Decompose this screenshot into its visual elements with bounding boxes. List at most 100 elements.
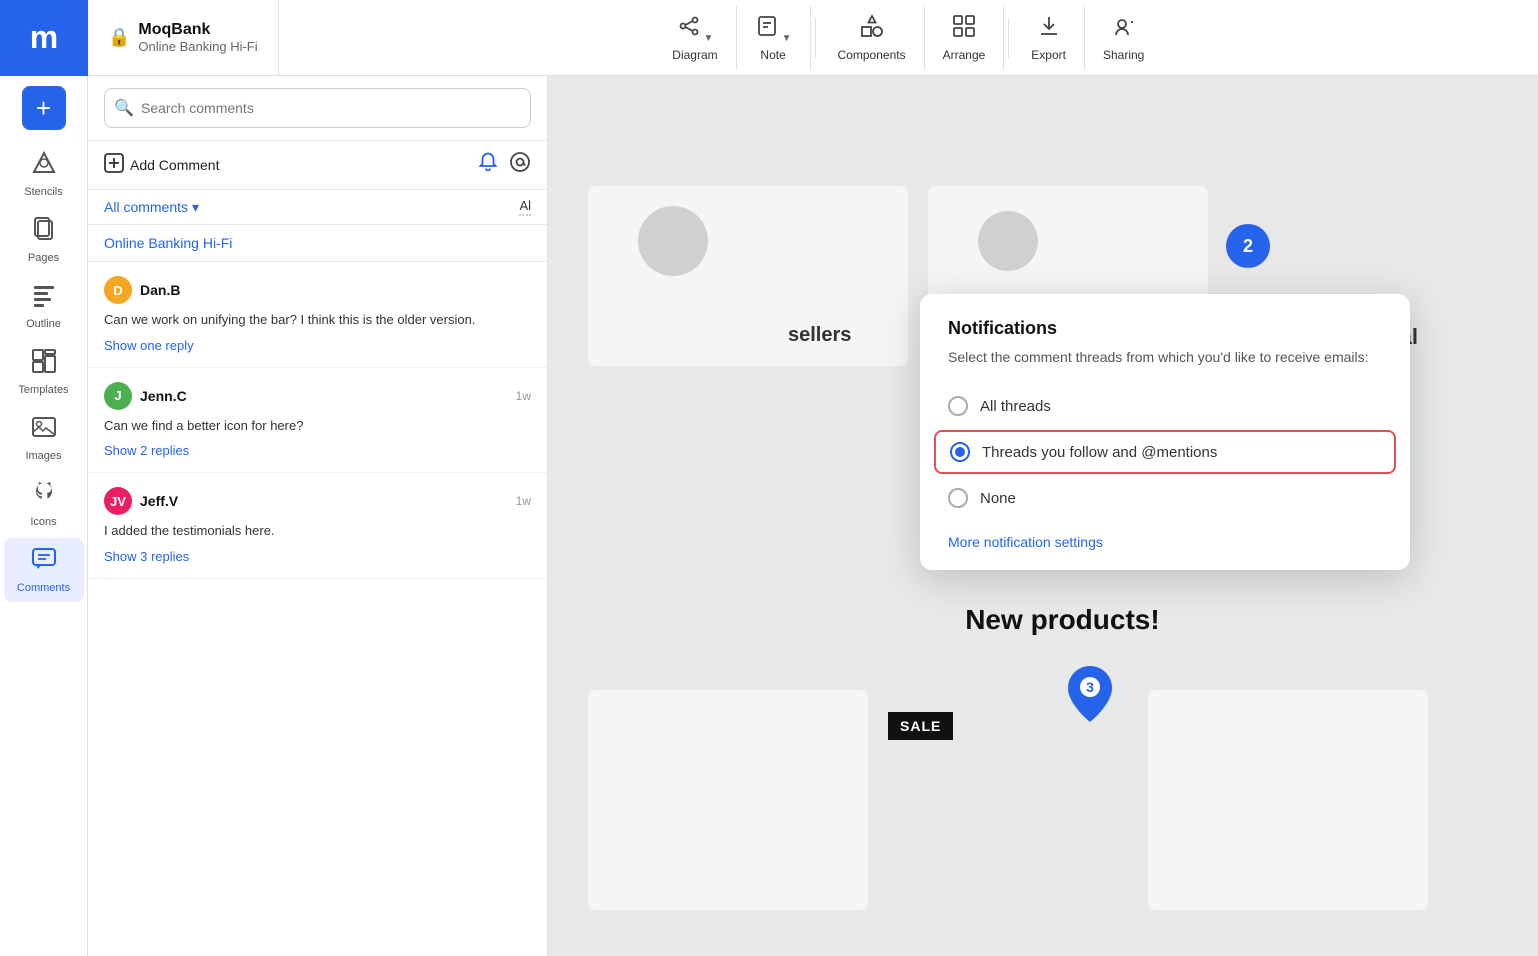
show-replies-button[interactable]: Show 2 replies	[104, 443, 531, 458]
topbar-tool-note[interactable]: ▼ Note	[737, 6, 811, 70]
pages-icon	[31, 216, 57, 248]
sidebar-item-templates[interactable]: Templates	[4, 340, 84, 404]
canvas-avatar	[638, 206, 708, 276]
author-name: Dan.B	[140, 282, 180, 298]
comment-header: JV Jeff.V 1w	[104, 487, 531, 515]
radio-all-threads[interactable]	[948, 396, 968, 416]
avatar: JV	[104, 487, 132, 515]
add-comment-button[interactable]: Add Comment	[104, 153, 219, 178]
badge-2-label: 2	[1243, 236, 1253, 257]
sidebar-item-stencils[interactable]: Stencils	[4, 142, 84, 206]
comments-icon	[31, 546, 57, 578]
sidebar-item-comments[interactable]: Comments	[4, 538, 84, 602]
stencils-icon	[31, 150, 57, 182]
sharing-icon	[1112, 14, 1136, 44]
comment-item: JV Jeff.V 1w I added the testimonials he…	[88, 473, 547, 579]
add-button[interactable]: +	[22, 86, 66, 130]
images-icon	[31, 414, 57, 446]
comment-time: 1w	[516, 389, 531, 403]
new-products-text: New products!	[965, 604, 1159, 636]
icons-icon	[31, 480, 57, 512]
left-sidebar: + Stencils Pages	[0, 76, 88, 956]
export-icon	[1037, 14, 1061, 44]
templates-icon	[31, 348, 57, 380]
comment-text: Can we work on unifying the bar? I think…	[104, 310, 531, 330]
option-none-label: None	[980, 490, 1016, 507]
topbar-tool-components[interactable]: Components	[820, 6, 925, 70]
option-threads-follow[interactable]: Threads you follow and @mentions	[934, 430, 1396, 474]
export-label: Export	[1031, 48, 1066, 62]
comment-author: D Dan.B	[104, 276, 180, 304]
more-notification-settings-link[interactable]: More notification settings	[948, 534, 1382, 550]
sharing-label: Sharing	[1103, 48, 1144, 62]
search-input[interactable]	[104, 88, 531, 128]
lock-icon: 🔒	[108, 27, 130, 48]
comment-item: D Dan.B Can we work on unifying the bar?…	[88, 262, 547, 368]
canvas-card	[588, 186, 908, 366]
option-threads-follow-label: Threads you follow and @mentions	[982, 444, 1217, 461]
comment-item: J Jenn.C 1w Can we find a better icon fo…	[88, 368, 547, 474]
diagram-arrow: ▼	[704, 33, 714, 44]
images-label: Images	[25, 450, 61, 462]
components-label: Components	[838, 48, 906, 62]
canvas-card-bottom	[1148, 690, 1428, 910]
sidebar-item-images[interactable]: Images	[4, 406, 84, 470]
radio-none[interactable]	[948, 488, 968, 508]
show-replies-button[interactable]: Show one reply	[104, 338, 531, 353]
canvas-card-bottom	[588, 690, 868, 910]
app-logo[interactable]: m	[0, 0, 88, 76]
stencils-label: Stencils	[24, 186, 63, 198]
project-subtitle: Online Banking Hi-Fi	[138, 39, 257, 54]
comments-label: Comments	[17, 582, 70, 594]
add-comment-label: Add Comment	[130, 157, 219, 173]
project-name-label: Online Banking Hi-Fi	[88, 225, 547, 262]
comments-filter: All comments ▾ Al	[88, 190, 547, 225]
all-comments-label: All comments	[104, 199, 188, 215]
notification-description: Select the comment threads from which yo…	[948, 347, 1382, 368]
canvas-pin-3: 3	[1068, 666, 1112, 727]
canvas-avatar	[978, 211, 1038, 271]
notification-title: Notifications	[948, 318, 1382, 339]
all-comments-button[interactable]: All comments ▾	[104, 199, 199, 216]
notification-options: All threads Threads you follow and @ment…	[948, 386, 1382, 518]
topbar-tool-export[interactable]: Export	[1013, 6, 1085, 70]
radio-selected-dot	[955, 447, 965, 457]
option-all-threads[interactable]: All threads	[948, 386, 1382, 426]
logo-letter: m	[30, 19, 58, 56]
notification-popup: Notifications Select the comment threads…	[920, 294, 1410, 570]
sidebar-item-pages[interactable]: Pages	[4, 208, 84, 272]
bell-icon[interactable]	[477, 151, 499, 179]
option-all-threads-label: All threads	[980, 398, 1051, 415]
comment-header: D Dan.B	[104, 276, 531, 304]
diagram-label: Diagram	[672, 48, 717, 62]
topbar-tool-sharing[interactable]: Sharing	[1085, 6, 1162, 70]
sale-badge: SALE	[888, 712, 953, 740]
svg-text:3: 3	[1086, 679, 1094, 695]
topbar: m 🔒 MoqBank Online Banking Hi-Fi ▼ Di	[0, 0, 1538, 76]
add-comment-icon	[104, 153, 124, 178]
option-none[interactable]: None	[948, 478, 1382, 518]
note-arrow: ▼	[782, 33, 792, 44]
note-icon	[755, 14, 779, 44]
topbar-tool-arrange[interactable]: Arrange	[925, 6, 1005, 70]
comment-time: 1w	[516, 494, 531, 508]
sidebar-item-icons[interactable]: Icons	[4, 472, 84, 536]
comment-text: I added the testimonials here.	[104, 521, 531, 541]
comment-text: Can we find a better icon for here?	[104, 416, 531, 436]
mention-icon[interactable]	[509, 151, 531, 179]
components-icon	[860, 14, 884, 44]
author-name: Jeff.V	[140, 493, 178, 509]
filter-right-label: Al	[519, 198, 531, 216]
topbar-tool-diagram[interactable]: ▼ Diagram	[654, 6, 736, 70]
show-replies-button[interactable]: Show 3 replies	[104, 549, 531, 564]
main-layout: + Stencils Pages	[0, 76, 1538, 956]
canvas-area[interactable]: sellers Seasonal 2 New products! SALE 3 …	[548, 76, 1538, 956]
author-name: Jenn.C	[140, 388, 187, 404]
sidebar-item-outline[interactable]: Outline	[4, 274, 84, 338]
icons-label: Icons	[30, 516, 56, 528]
arrange-label: Arrange	[943, 48, 986, 62]
add-icon: +	[36, 95, 51, 121]
arrange-icon	[952, 14, 976, 44]
pages-label: Pages	[28, 252, 59, 264]
radio-threads-follow[interactable]	[950, 442, 970, 462]
